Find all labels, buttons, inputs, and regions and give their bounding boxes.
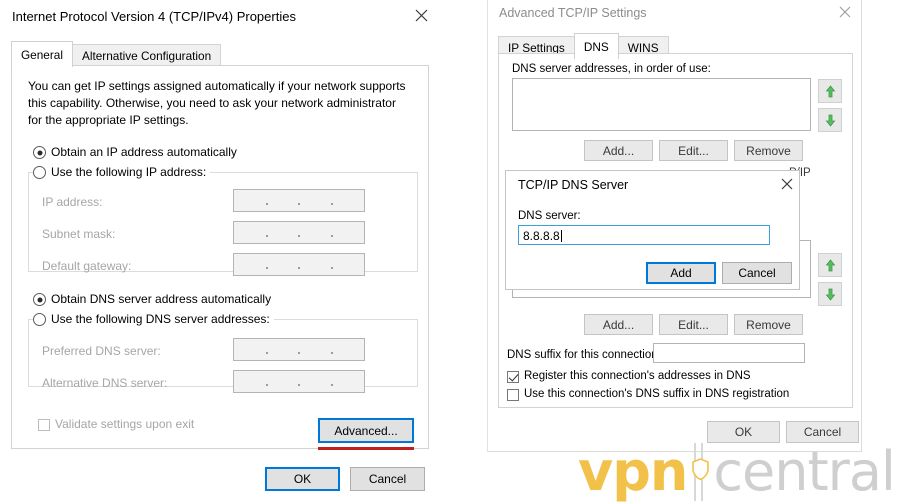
radio-obtain-dns-automatically[interactable]: Obtain DNS server address automatically <box>33 292 271 307</box>
dns-server-list[interactable] <box>512 78 811 131</box>
dns-suffix-label: DNS suffix for this connection: <box>507 349 661 361</box>
radio-indicator <box>33 313 46 326</box>
preferred-dns-label: Preferred DNS server: <box>42 344 161 358</box>
checkbox-label: Use this connection's DNS suffix in DNS … <box>524 388 790 400</box>
modal-title: TCP/IP DNS Server <box>518 178 629 192</box>
dns-suffix-input[interactable] <box>653 343 805 363</box>
validate-settings-checkbox[interactable]: Validate settings upon exit <box>38 417 194 432</box>
brand-vpn: vpn <box>578 440 688 503</box>
close-icon[interactable] <box>770 172 804 196</box>
cancel-button[interactable]: Cancel <box>350 467 425 491</box>
arrow-down-icon[interactable] <box>818 108 842 132</box>
preferred-dns-input[interactable] <box>233 338 365 361</box>
arrow-down-icon[interactable] <box>818 282 842 306</box>
checkbox-label: Register this connection's addresses in … <box>524 370 751 382</box>
modal-add-button[interactable]: Add <box>646 262 716 284</box>
tab-dns[interactable]: DNS <box>573 33 619 59</box>
octet-1 <box>234 190 267 211</box>
remove-dns-button: Remove <box>734 140 803 161</box>
default-gateway-input[interactable] <box>233 253 365 276</box>
dns-server-input[interactable]: 8.8.8.8 <box>518 225 770 245</box>
checkbox-indicator <box>507 389 519 401</box>
tcpip-dns-server-modal: TCP/IP DNS Server DNS server: 8.8.8.8 Ad… <box>505 170 800 290</box>
shield-icon <box>687 443 713 501</box>
vpncentral-watermark: vpn central <box>578 440 896 503</box>
octet-4 <box>332 190 365 211</box>
octet-2 <box>267 190 300 211</box>
edit-dns-button: Edit... <box>659 140 728 161</box>
add-dns-button[interactable]: Add... <box>584 140 653 161</box>
ipv4-tabstrip: General Alternative Configuration <box>11 41 222 67</box>
octet-1 <box>234 254 267 275</box>
octet-3 <box>299 339 332 360</box>
checkbox-indicator <box>507 371 519 383</box>
subnet-mask-label: Subnet mask: <box>42 227 116 241</box>
advanced-dialog-title: Advanced TCP/IP Settings <box>499 6 647 20</box>
edit-suffix-button: Edit... <box>659 314 728 335</box>
radio-use-following-dns[interactable]: Use the following DNS server addresses: <box>33 312 274 327</box>
radio-indicator <box>33 293 46 306</box>
octet-4 <box>332 371 365 392</box>
radio-obtain-ip-automatically[interactable]: Obtain an IP address automatically <box>33 145 237 160</box>
modal-cancel-button[interactable]: Cancel <box>722 262 792 284</box>
radio-label: Use the following IP address: <box>51 165 207 179</box>
octet-2 <box>267 254 300 275</box>
dns-server-value-wrap: 8.8.8.8 <box>519 226 769 246</box>
octet-4 <box>332 254 365 275</box>
radio-indicator <box>33 146 46 159</box>
ip-address-input[interactable] <box>233 189 365 212</box>
ipv4-description: You can get IP settings assigned automat… <box>28 79 406 127</box>
ok-button[interactable]: OK <box>265 467 340 491</box>
tab-alternative-configuration[interactable]: Alternative Configuration <box>71 44 222 67</box>
brand-central: central <box>713 440 896 503</box>
checkbox-indicator <box>38 419 50 431</box>
alternative-dns-label: Alternative DNS server: <box>42 376 168 390</box>
alternative-dns-input[interactable] <box>233 370 365 393</box>
radio-label: Use the following DNS server addresses: <box>51 312 270 326</box>
ip-address-label: IP address: <box>42 195 103 209</box>
text-caret <box>560 230 562 242</box>
dns-list-label: DNS server addresses, in order of use: <box>512 63 711 75</box>
octet-4 <box>332 339 365 360</box>
use-dns-suffix-checkbox[interactable]: Use this connection's DNS suffix in DNS … <box>507 387 789 402</box>
radio-use-following-ip[interactable]: Use the following IP address: <box>33 165 211 180</box>
checkbox-label: Validate settings upon exit <box>55 417 195 431</box>
register-addresses-checkbox[interactable]: Register this connection's addresses in … <box>507 369 751 384</box>
octet-3 <box>299 222 332 243</box>
octet-2 <box>267 222 300 243</box>
dns-server-field-label: DNS server: <box>518 210 581 222</box>
ipv4-dialog-title: Internet Protocol Version 4 (TCP/IPv4) P… <box>12 9 296 24</box>
octet-3 <box>299 371 332 392</box>
radio-indicator <box>33 166 46 179</box>
advanced-button-highlight <box>318 447 414 450</box>
remove-suffix-button: Remove <box>734 314 803 335</box>
octet-3 <box>299 190 332 211</box>
arrow-up-icon[interactable] <box>818 79 842 103</box>
close-icon[interactable] <box>828 0 862 24</box>
close-icon[interactable] <box>404 3 438 27</box>
octet-4 <box>332 222 365 243</box>
subnet-mask-input[interactable] <box>233 221 365 244</box>
add-suffix-button: Add... <box>584 314 653 335</box>
ipv4-properties-dialog: Internet Protocol Version 4 (TCP/IPv4) P… <box>0 0 440 500</box>
default-gateway-label: Default gateway: <box>42 259 132 273</box>
arrow-up-icon[interactable] <box>818 253 842 277</box>
octet-1 <box>234 371 267 392</box>
dns-suffix-value <box>654 344 804 348</box>
advanced-button[interactable]: Advanced... <box>318 418 414 443</box>
octet-1 <box>234 222 267 243</box>
tab-general[interactable]: General <box>11 41 73 67</box>
octet-2 <box>267 339 300 360</box>
octet-2 <box>267 371 300 392</box>
octet-3 <box>299 254 332 275</box>
radio-label: Obtain an IP address automatically <box>51 145 237 159</box>
octet-1 <box>234 339 267 360</box>
radio-label: Obtain DNS server address automatically <box>51 292 272 306</box>
dns-server-value: 8.8.8.8 <box>523 229 560 243</box>
